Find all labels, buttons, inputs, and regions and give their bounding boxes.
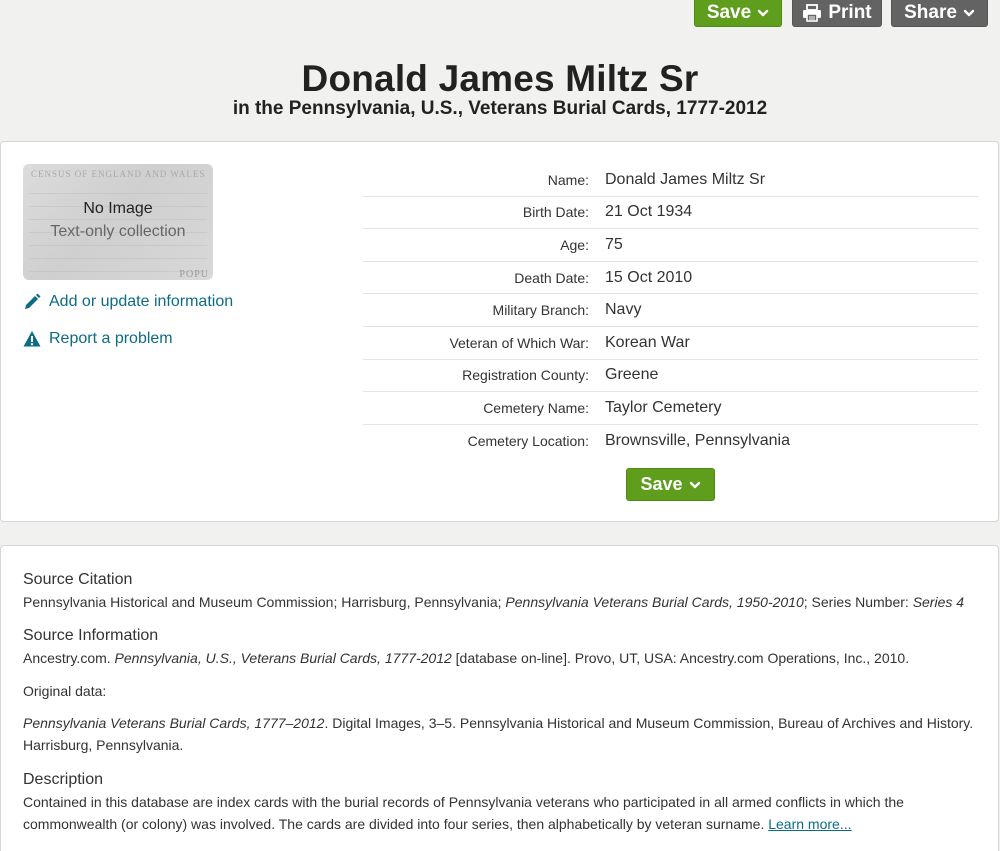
fact-value: 21 Oct 1934 [605,203,693,221]
fact-label: Cemetery Name: [483,399,589,416]
original-title: Pennsylvania Veterans Burial Cards, 1777… [23,715,325,731]
fact-value: Brownsville, Pennsylvania [605,432,790,450]
learn-more-link[interactable]: Learn more... [768,816,851,832]
source-citation-text: Pennsylvania Historical and Museum Commi… [23,591,978,613]
source-information-heading: Source Information [23,627,159,644]
add-update-link[interactable]: Add or update information [23,293,233,311]
printer-icon [802,3,822,22]
fact-row: Cemetery Name: Taylor Cemetery [363,392,978,425]
report-problem-link[interactable]: Report a problem [23,330,173,348]
fact-row: Birth Date: 21 Oct 1934 [363,197,978,230]
warning-icon [23,330,41,348]
citation-series: Series 4 [912,594,965,610]
save-record-label: Save [640,474,683,494]
fact-label: Military Branch: [492,302,589,319]
info-text: Ancestry.com. [23,650,115,666]
fact-row: Veteran of Which War: Korean War [363,327,978,360]
source-card: Source Citation Pennsylvania Historical … [0,545,999,851]
description-text: Contained in this database are index car… [23,791,978,835]
top-toolbar: Save Print Share [0,0,1000,28]
placeholder-corner-text: POPU [179,269,209,280]
fact-label: Veteran of Which War: [449,334,589,351]
fact-value: Greene [605,366,659,384]
fact-value: Taylor Cemetery [605,398,722,416]
facts-table: Name: Donald James Miltz Sr Birth Date: … [363,164,978,457]
fact-label: Registration County: [462,367,589,384]
chevron-down-icon [757,7,769,19]
info-title: Pennsylvania, U.S., Veterans Burial Card… [114,650,452,666]
share-button[interactable]: Share [891,0,988,27]
info-text-post: [database on-line]. Provo, UT, USA: Ance… [451,650,910,666]
save-button-label: Save [706,1,752,23]
fact-label: Death Date: [514,269,589,286]
chevron-down-icon [689,479,701,491]
citation-text: Pennsylvania Historical and Museum Commi… [23,594,506,610]
fact-label: Birth Date: [522,204,589,221]
fact-row: Name: Donald James Miltz Sr [363,164,978,197]
no-image-title: No Image [83,200,153,217]
fact-label: Age: [560,236,589,253]
fact-label: Cemetery Location: [467,433,589,450]
description-heading: Description [23,771,104,788]
fact-value: Navy [605,301,642,319]
source-information-text: Ancestry.com. Pennsylvania, U.S., Vetera… [23,647,978,669]
fact-row: Age: 75 [363,229,978,262]
fact-value: 75 [605,235,623,253]
fact-row: Cemetery Location: Brownsville, Pennsylv… [363,425,978,458]
fact-row: Military Branch: Navy [363,294,978,327]
record-card: CENSUS OF ENGLAND AND WALES POPU No Imag… [0,141,999,522]
fact-row: Registration County: Greene [363,360,978,393]
report-problem-label: Report a problem [49,330,173,347]
save-button[interactable]: Save [694,0,782,27]
save-record-button[interactable]: Save [626,468,715,501]
citation-series-label: ; Series Number: [803,594,913,610]
print-button[interactable]: Print [792,0,882,27]
collection-subtitle: in the Pennsylvania, U.S., Veterans Buri… [232,98,768,119]
print-button-label: Print [828,1,872,23]
fact-value: 15 Oct 2010 [605,268,693,286]
fact-label: Name: [547,171,589,188]
page-title: Donald James Miltz Sr [301,58,699,99]
citation-title: Pennsylvania Veterans Burial Cards, 1950… [505,594,804,610]
chevron-down-icon [963,7,975,19]
add-update-label: Add or update information [49,293,234,310]
no-image-subtitle: Text-only collection [50,223,186,240]
fact-row: Death Date: 15 Oct 2010 [363,262,978,295]
placeholder-background-text: CENSUS OF ENGLAND AND WALES [31,169,206,179]
source-citation-heading: Source Citation [23,571,133,588]
fact-value: Donald James Miltz Sr [605,170,766,188]
no-image-placeholder: CENSUS OF ENGLAND AND WALES POPU No Imag… [23,164,213,280]
original-data-label: Original data: [23,683,107,699]
share-button-label: Share [904,1,957,23]
original-data-text: Pennsylvania Veterans Burial Cards, 1777… [23,712,978,756]
pencil-icon [23,293,41,311]
fact-value: Korean War [605,333,690,351]
